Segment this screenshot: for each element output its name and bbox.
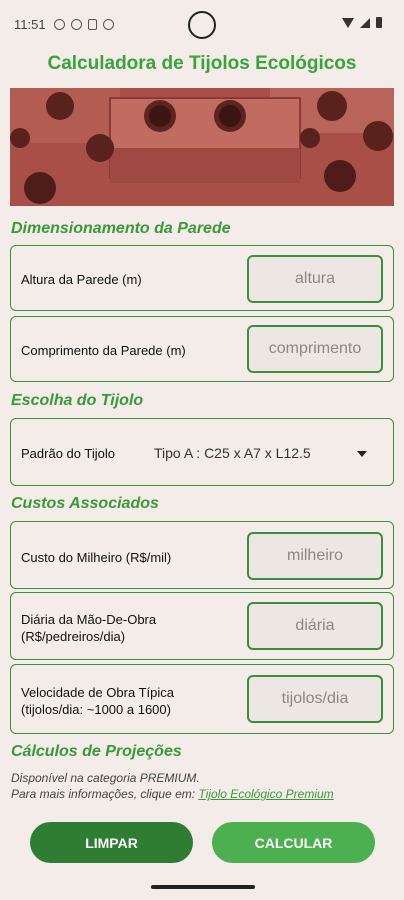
daily-labor-label-line2: (R$/pedreiros/dia) bbox=[21, 629, 126, 644]
section-title-wall: Dimensionamento da Parede bbox=[11, 220, 231, 237]
work-speed-label-line2: (tijolos/dia: ~1000 a 1600) bbox=[21, 702, 171, 717]
section-title-projections: Cálculos de Projeções bbox=[11, 743, 182, 760]
thousand-cost-input[interactable] bbox=[247, 532, 383, 580]
height-label: Altura da Parede (m) bbox=[21, 272, 142, 287]
brick-type-select[interactable]: Tipo A : C25 x A7 x L12.5 bbox=[154, 445, 311, 461]
section-title-brick: Escolha do Tijolo bbox=[11, 392, 144, 409]
gesture-nav-handle[interactable] bbox=[151, 885, 255, 889]
alert-icon bbox=[53, 18, 65, 30]
brick-type-card: Padrão do Tijolo Tipo A : C25 x A7 x L12… bbox=[10, 418, 394, 486]
calculate-button[interactable]: CALCULAR bbox=[212, 822, 375, 863]
work-speed-card: Velocidade de Obra Típica (tijolos/dia: … bbox=[10, 664, 394, 734]
system-icons bbox=[342, 17, 382, 28]
battery-icon bbox=[376, 17, 382, 28]
camera-cutout bbox=[188, 11, 216, 39]
daily-labor-label-line1: Diária da Mão-De-Obra bbox=[21, 612, 157, 627]
status-time: 11:51 bbox=[14, 16, 46, 32]
signal-icon bbox=[360, 17, 370, 28]
section-title-costs: Custos Associados bbox=[11, 495, 159, 512]
daily-labor-input[interactable] bbox=[247, 602, 383, 650]
premium-info-line: Para mais informações, clique em: Tijolo… bbox=[11, 787, 334, 801]
length-label: Comprimento da Parede (m) bbox=[21, 343, 186, 358]
sim-icon bbox=[87, 18, 97, 30]
thousand-cost-card: Custo do Milheiro (R$/mil) bbox=[10, 521, 394, 589]
brick-type-label: Padrão do Tijolo bbox=[21, 446, 115, 461]
daily-labor-card: Diária da Mão-De-Obra (R$/pedreiros/dia) bbox=[10, 592, 394, 660]
work-speed-input[interactable] bbox=[247, 675, 383, 723]
height-input[interactable] bbox=[247, 255, 383, 303]
clear-button[interactable]: LIMPAR bbox=[30, 822, 193, 863]
work-speed-label: Velocidade de Obra Típica (tijolos/dia: … bbox=[21, 684, 174, 718]
thousand-cost-label: Custo do Milheiro (R$/mil) bbox=[21, 550, 172, 565]
height-card: Altura da Parede (m) bbox=[10, 245, 394, 311]
length-card: Comprimento da Parede (m) bbox=[10, 316, 394, 382]
shield-icon bbox=[70, 18, 82, 30]
work-speed-label-line1: Velocidade de Obra Típica bbox=[21, 685, 174, 700]
brick-hero-image bbox=[10, 88, 394, 206]
wifi-icon bbox=[342, 17, 354, 28]
dropdown-arrow-icon[interactable] bbox=[357, 451, 367, 457]
cat-icon bbox=[102, 18, 114, 30]
premium-info-text: Disponível na categoria PREMIUM. bbox=[11, 771, 200, 785]
premium-link[interactable]: Tijolo Ecológico Premium bbox=[198, 787, 333, 801]
app-title: Calculadora de Tijolos Ecológicos bbox=[47, 53, 357, 74]
status-icons bbox=[53, 18, 114, 30]
length-input[interactable] bbox=[247, 325, 383, 373]
daily-labor-label: Diária da Mão-De-Obra (R$/pedreiros/dia) bbox=[21, 611, 156, 645]
premium-info-prefix: Para mais informações, clique em: bbox=[11, 787, 199, 801]
